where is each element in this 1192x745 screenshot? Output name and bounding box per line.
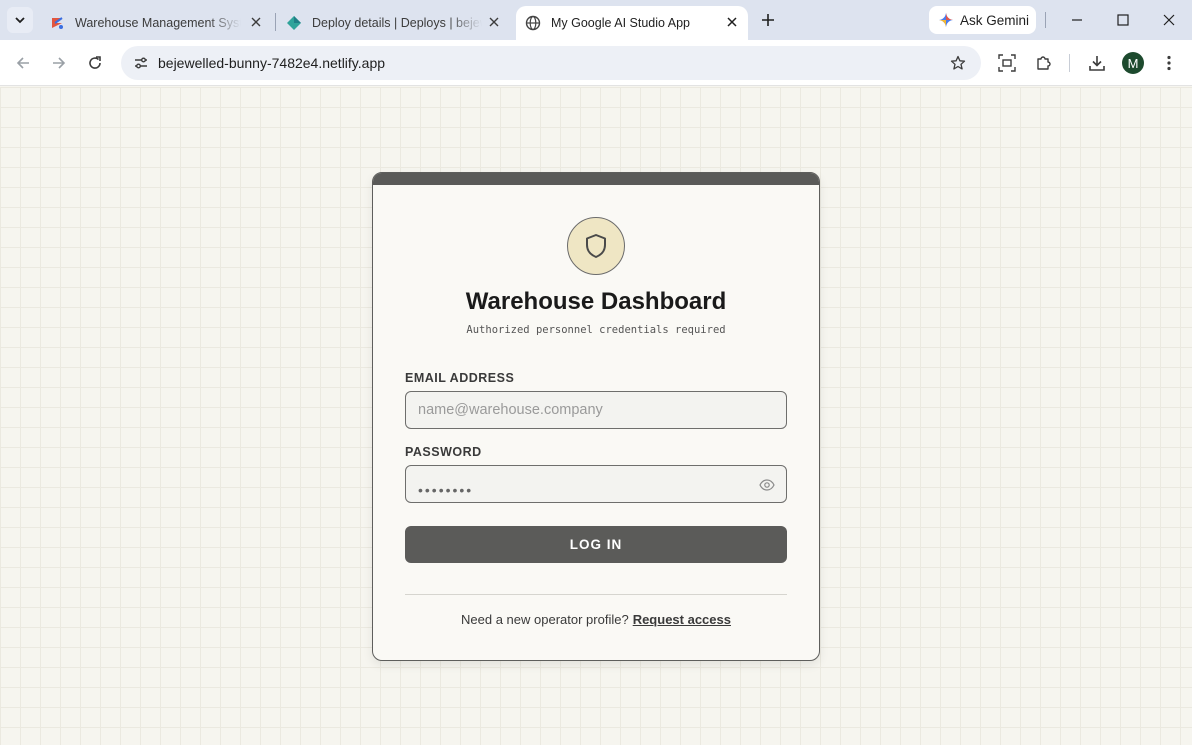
request-access-link[interactable]: Request access	[633, 612, 731, 627]
maximize-icon	[1117, 14, 1129, 26]
screenshot-icon	[998, 54, 1016, 72]
password-label: PASSWORD	[405, 445, 482, 459]
gemini-sparkle-icon	[939, 13, 953, 27]
tab-title: Warehouse Management Syste	[75, 16, 241, 30]
reload-icon	[89, 56, 101, 69]
tab-search-button[interactable]	[7, 7, 33, 33]
login-subtitle: Authorized personnel credentials require…	[466, 324, 726, 336]
url-text[interactable]: bejewelled-bunny-7482e4.netlify.app	[158, 55, 385, 71]
shield-icon	[586, 234, 606, 258]
puzzle-piece-icon	[1037, 56, 1051, 70]
tab-strip-separator	[1045, 12, 1046, 28]
footer-text: Need a new operator profile?	[461, 612, 629, 627]
login-title: Warehouse Dashboard	[465, 288, 727, 315]
ask-gemini-label: Ask Gemini	[960, 12, 1030, 28]
browser-menu-button[interactable]	[1157, 51, 1181, 75]
toolbar-separator	[1069, 54, 1070, 72]
browser-tab-warehouse[interactable]: Warehouse Management Syste	[40, 6, 272, 40]
close-tab-icon[interactable]	[486, 14, 502, 30]
bookmark-star-icon[interactable]	[947, 52, 969, 74]
back-button[interactable]	[11, 51, 35, 75]
minimize-button[interactable]	[1065, 8, 1089, 32]
close-tab-icon[interactable]	[724, 14, 740, 30]
browser-tab-ai-studio-app[interactable]: My Google AI Studio App	[516, 6, 748, 40]
screenshot-button[interactable]	[995, 51, 1019, 75]
ask-gemini-button[interactable]: Ask Gemini	[929, 6, 1036, 34]
kebab-menu-icon	[1167, 55, 1171, 71]
profile-avatar[interactable]: M	[1122, 52, 1144, 74]
close-tab-icon[interactable]	[248, 14, 264, 30]
shield-badge	[567, 217, 625, 275]
minimize-icon	[1072, 19, 1082, 21]
close-window-button[interactable]	[1157, 8, 1181, 32]
password-masked-value: ••••••••	[418, 482, 474, 498]
browser-tab-deploy-details[interactable]: Deploy details | Deploys | bejew	[278, 6, 510, 40]
tab-separator	[275, 13, 276, 31]
arrow-right-icon	[53, 57, 66, 69]
new-tab-button[interactable]	[756, 8, 780, 32]
browser-toolbar: bejewelled-bunny-7482e4.netlify.app M	[0, 40, 1192, 86]
plus-icon	[762, 14, 774, 26]
show-password-eye-icon[interactable]	[757, 475, 777, 495]
login-button[interactable]: LOG IN	[405, 526, 787, 563]
request-access-line: Need a new operator profile? Request acce…	[373, 612, 819, 627]
login-card: Warehouse Dashboard Authorized personnel…	[372, 172, 820, 661]
tab-strip: Warehouse Management Syste Deploy detail…	[0, 0, 1192, 40]
globe-favicon-icon	[525, 15, 541, 31]
warehouse-favicon-icon	[49, 15, 65, 31]
reload-button[interactable]	[83, 51, 107, 75]
extensions-button[interactable]	[1032, 51, 1056, 75]
forward-button[interactable]	[47, 51, 71, 75]
card-accent-bar	[373, 173, 819, 185]
email-label: EMAIL ADDRESS	[405, 371, 515, 385]
tab-title: My Google AI Studio App	[551, 16, 690, 30]
chevron-down-icon	[15, 17, 25, 24]
email-field[interactable]	[405, 391, 787, 429]
site-settings-icon[interactable]	[129, 51, 153, 75]
download-icon	[1089, 56, 1105, 71]
downloads-button[interactable]	[1085, 51, 1109, 75]
netlify-favicon-icon	[286, 15, 302, 31]
maximize-button[interactable]	[1111, 8, 1135, 32]
arrow-left-icon	[16, 57, 29, 69]
close-icon	[1163, 14, 1175, 26]
card-divider	[405, 594, 787, 595]
address-bar[interactable]: bejewelled-bunny-7482e4.netlify.app	[121, 46, 981, 80]
page-viewport: Warehouse Dashboard Authorized personnel…	[0, 87, 1192, 745]
tab-title: Deploy details | Deploys | bejew	[312, 16, 482, 30]
